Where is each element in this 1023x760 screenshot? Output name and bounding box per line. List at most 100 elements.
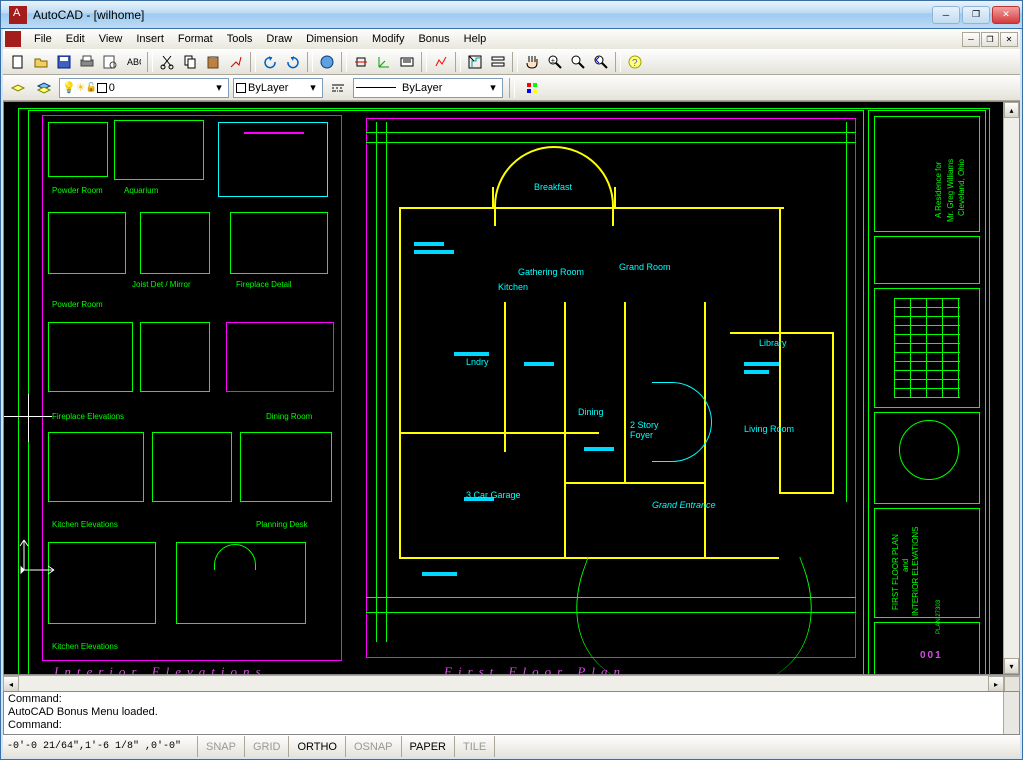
window-title: AutoCAD - [wilhome] (33, 8, 932, 22)
detail-box (48, 432, 144, 502)
menu-modify[interactable]: Modify (365, 31, 411, 47)
command-prompt[interactable]: Command: (8, 719, 1015, 732)
zoom-window-button[interactable] (567, 51, 589, 73)
scroll-up-button[interactable]: ▴ (1004, 102, 1019, 118)
open-button[interactable] (30, 51, 52, 73)
properties-button[interactable] (521, 77, 543, 99)
zoom-previous-button[interactable] (590, 51, 612, 73)
note (422, 572, 457, 576)
detail-box (114, 120, 204, 180)
vertical-scrollbar[interactable]: ▴ ▾ (1003, 102, 1019, 674)
scroll-down-button[interactable]: ▾ (1004, 658, 1019, 674)
inquiry-button[interactable] (396, 51, 418, 73)
dropdown-icon: ▾ (486, 81, 500, 94)
menu-tools[interactable]: Tools (220, 31, 260, 47)
mode-snap[interactable]: SNAP (198, 736, 245, 757)
menu-help[interactable]: Help (457, 31, 494, 47)
menu-insert[interactable]: Insert (129, 31, 171, 47)
titlebar[interactable]: AutoCAD - [wilhome] ─ ❐ ✕ (1, 1, 1022, 29)
mdi-minimize-button[interactable]: ─ (962, 32, 980, 47)
client-area: File Edit View Insert Format Tools Draw … (1, 29, 1022, 759)
hscroll-track[interactable] (19, 676, 988, 691)
menubar: File Edit View Insert Format Tools Draw … (3, 29, 1020, 49)
label-powder2: Powder Room (52, 300, 103, 309)
menu-bonus[interactable]: Bonus (411, 31, 456, 47)
maximize-button[interactable]: ❐ (962, 6, 990, 24)
paste-button[interactable] (202, 51, 224, 73)
titleblock-client2: Mr. Greg Williams (946, 159, 955, 222)
print-preview-button[interactable] (99, 51, 121, 73)
layer-control[interactable]: 💡 ☀ 🔓 0 ▾ (59, 78, 229, 98)
spelling-button[interactable]: ABC (122, 51, 144, 73)
cut-button[interactable] (156, 51, 178, 73)
scroll-right-button[interactable]: ▸ (988, 676, 1004, 692)
svg-text:?: ? (632, 58, 638, 69)
menu-view[interactable]: View (92, 31, 130, 47)
ucs-button[interactable] (373, 51, 395, 73)
redraw-button[interactable] (430, 51, 452, 73)
linetype-button[interactable] (327, 77, 349, 99)
menu-file[interactable]: File (27, 31, 59, 47)
print-button[interactable] (76, 51, 98, 73)
launch-browser-button[interactable] (316, 51, 338, 73)
drawing-viewport[interactable]: Breakfast Gathering Room Grand Room Kitc… (3, 101, 1020, 675)
wall (399, 432, 599, 434)
layers-button[interactable] (33, 77, 55, 99)
menu-edit[interactable]: Edit (59, 31, 92, 47)
osnap-flyout-button[interactable] (350, 51, 372, 73)
wall (504, 302, 506, 452)
undo-button[interactable] (259, 51, 281, 73)
detail-box (48, 122, 108, 177)
mdi-close-button[interactable]: ✕ (1000, 32, 1018, 47)
minimize-button[interactable]: ─ (932, 6, 960, 24)
color-control[interactable]: ByLayer ▾ (233, 78, 323, 98)
mdi-document-icon[interactable] (5, 31, 21, 47)
menu-dimension[interactable]: Dimension (299, 31, 365, 47)
note (414, 250, 454, 254)
vscroll-track[interactable] (1004, 118, 1019, 658)
named-views-button[interactable] (487, 51, 509, 73)
detail-box (140, 322, 210, 392)
label-planning: Planning Desk (256, 520, 308, 529)
menu-format[interactable]: Format (171, 31, 220, 47)
label-lndry: Lndry (466, 357, 489, 367)
save-button[interactable] (53, 51, 75, 73)
detail-line (244, 132, 304, 134)
pan-realtime-button[interactable] (521, 51, 543, 73)
aerial-view-button[interactable] (464, 51, 486, 73)
linetype-control[interactable]: ByLayer ▾ (353, 78, 503, 98)
redo-button[interactable] (282, 51, 304, 73)
mode-tile[interactable]: TILE (455, 736, 495, 757)
scroll-corner (1004, 676, 1020, 692)
layer-name: 0 (109, 82, 115, 94)
coordinate-display[interactable]: -0'-0 21/64",1'-6 1/8" ,0'-0" (3, 736, 198, 757)
command-line: AutoCAD Bonus Menu loaded. (8, 706, 1015, 719)
close-button[interactable]: ✕ (992, 6, 1020, 24)
new-button[interactable] (7, 51, 29, 73)
zoom-realtime-button[interactable]: ± (544, 51, 566, 73)
mode-paper[interactable]: PAPER (402, 736, 455, 757)
menu-draw[interactable]: Draw (259, 31, 299, 47)
mode-osnap[interactable]: OSNAP (346, 736, 402, 757)
layer-on-icon: 💡 (62, 81, 76, 94)
wall (614, 187, 616, 209)
match-properties-button[interactable] (225, 51, 247, 73)
detail-box (152, 432, 232, 502)
help-button[interactable]: ? (624, 51, 646, 73)
titleblock-client3: Cleveland, Ohio (957, 159, 966, 216)
mdi-restore-button[interactable]: ❐ (981, 32, 999, 47)
wall (564, 302, 566, 557)
label-aquarium: Aquarium (124, 186, 158, 195)
mode-ortho[interactable]: ORTHO (289, 736, 346, 757)
horizontal-scrollbar[interactable]: ◂ ▸ (3, 675, 1020, 691)
detail-box (48, 542, 156, 624)
titleblock-cell (874, 622, 980, 675)
copy-button[interactable] (179, 51, 201, 73)
label-kitchen-elev: Kitchen Elevations (52, 520, 118, 529)
titleblock-line3: INTERIOR ELEVATIONS (911, 527, 920, 617)
make-object-layer-current-button[interactable] (7, 77, 29, 99)
command-scrollbar[interactable] (1003, 692, 1019, 734)
scroll-left-button[interactable]: ◂ (3, 676, 19, 692)
mode-grid[interactable]: GRID (245, 736, 290, 757)
command-window[interactable]: Command: AutoCAD Bonus Menu loaded. Comm… (3, 691, 1020, 735)
